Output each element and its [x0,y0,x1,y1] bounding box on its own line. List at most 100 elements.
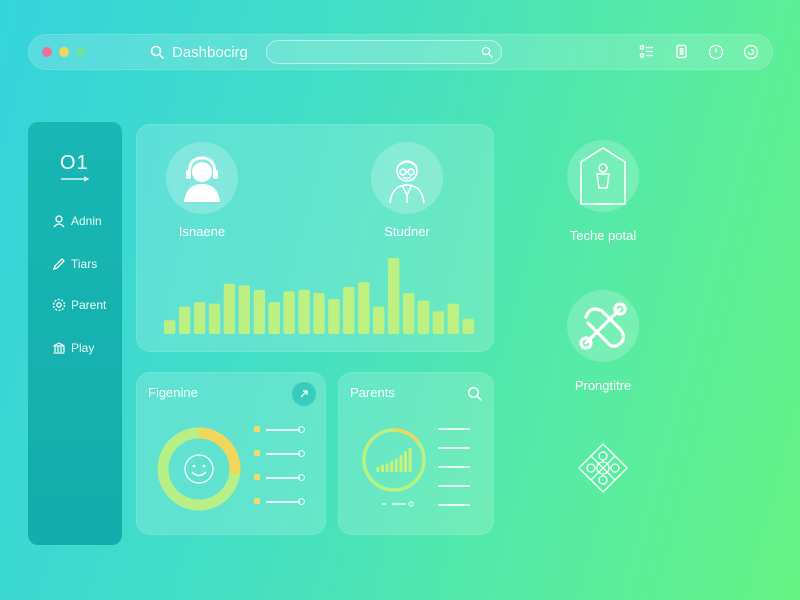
window-minimize-dot[interactable] [59,47,69,57]
slider-row[interactable] [254,449,310,459]
activity-bar [328,299,340,334]
profile-label: Studner [384,224,430,239]
search-input[interactable] [277,43,467,61]
list-line [438,485,470,487]
gauge-mini-bar [381,464,384,472]
expand-arrow-icon [300,390,308,398]
activity-bar [402,293,415,334]
activity-bar [223,283,236,334]
slider-row[interactable] [254,497,310,507]
headset-user-icon [184,156,220,202]
activity-bar [268,302,280,334]
activity-bar [358,282,370,334]
search-icon[interactable] [150,45,164,59]
gauge-caption-icon [382,501,414,507]
slider-track[interactable] [266,453,300,455]
slider-knob[interactable] [298,450,305,457]
activity-bar [373,306,385,334]
search-button[interactable] [462,381,486,405]
parents-gauge-chart [362,428,426,492]
logo: O1 [60,152,92,182]
clipboard-icon[interactable] [673,43,691,61]
activity-bar [462,318,474,334]
gauge-mini-bar [376,467,380,472]
search-box[interactable] [266,40,502,64]
title-area: Dashbocirg [150,42,248,62]
slider-track[interactable] [266,501,300,503]
gauge-mini-bar [399,455,403,472]
gauge-mini-bar [404,451,407,472]
sidebar-item-play[interactable]: Play [52,339,94,357]
activity-bar [343,286,355,334]
building-icon [53,342,65,354]
card-title: Figenine [148,385,198,400]
card-title: Parents [350,385,395,400]
right-item-label: Prongtitre [574,378,632,393]
sidebar-item-tiars[interactable]: Tiars [52,255,97,273]
smile-icon [184,454,214,484]
sidebar-item-label: Tiars [71,257,98,271]
window-title: Dashbocirg [172,43,248,61]
activity-bar [208,303,221,334]
expand-button[interactable] [292,382,316,406]
refresh-icon[interactable] [742,43,760,61]
right-item-network[interactable] [566,440,640,501]
activity-bar [164,320,176,334]
network-diamond-icon [578,443,628,493]
flag-icon [254,474,260,480]
slider-track[interactable] [266,477,300,479]
right-item-teche-potal[interactable]: Teche potal [540,140,666,243]
sidebar-item-parent[interactable]: Parent [52,296,106,314]
gauge-mini-bar [408,448,412,472]
sidebar-item-label: Play [71,341,95,355]
gauge-mini-bar [385,463,389,472]
slider-knob[interactable] [298,426,305,433]
activity-bar [447,303,459,334]
activity-bar [193,302,206,334]
right-icon-wrap [567,140,639,212]
slider-track[interactable] [266,429,300,431]
gauge-mini-bar [390,461,394,472]
flag-icon [254,498,260,504]
activity-bar [283,291,295,334]
sidebar-item-label: Adnin [71,214,102,228]
activity-bar [298,289,310,334]
user-icon [53,215,65,228]
right-item-label: Teche potal [569,228,637,243]
sidebar: O1 Adnin Tiars Parent Play [28,122,122,545]
gear-icon [52,298,66,312]
slider-knob[interactable] [298,498,305,505]
right-item-prongtitre[interactable]: Prongtitre [540,290,666,393]
slider-row[interactable] [254,425,310,435]
logo-text: O1 [60,152,89,174]
profile-avatar-isnaene[interactable] [166,142,238,214]
pencil-icon [52,258,65,271]
flag-icon [254,450,260,456]
activity-bar [178,306,191,334]
gauge-mini-bar [394,458,398,472]
logo-underline-icon [61,176,90,182]
slider-row[interactable] [254,473,310,483]
student-avatar-icon [389,160,425,204]
activity-bar-chart [164,258,474,334]
progress-ring-chart [157,427,241,511]
activity-bar [238,285,250,334]
activity-bar [417,300,430,334]
gauge-highlight [393,428,420,444]
activity-bar [432,311,445,334]
list-icon[interactable] [638,43,656,61]
flag-icon [254,426,260,432]
slider-knob[interactable] [298,474,305,481]
search-icon[interactable] [481,46,493,58]
list-line [438,428,470,430]
sidebar-item-admin[interactable]: Adnin [52,212,102,230]
timer-icon[interactable] [707,43,725,61]
profile-avatar-studner[interactable] [371,142,443,214]
activity-bar [313,293,325,334]
list-line [438,504,470,506]
progress-card: Figenine [136,372,326,535]
window-close-dot[interactable] [42,47,52,57]
window-maximize-dot[interactable] [76,47,86,57]
search-icon [467,386,482,401]
sidebar-item-label: Parent [71,298,107,312]
